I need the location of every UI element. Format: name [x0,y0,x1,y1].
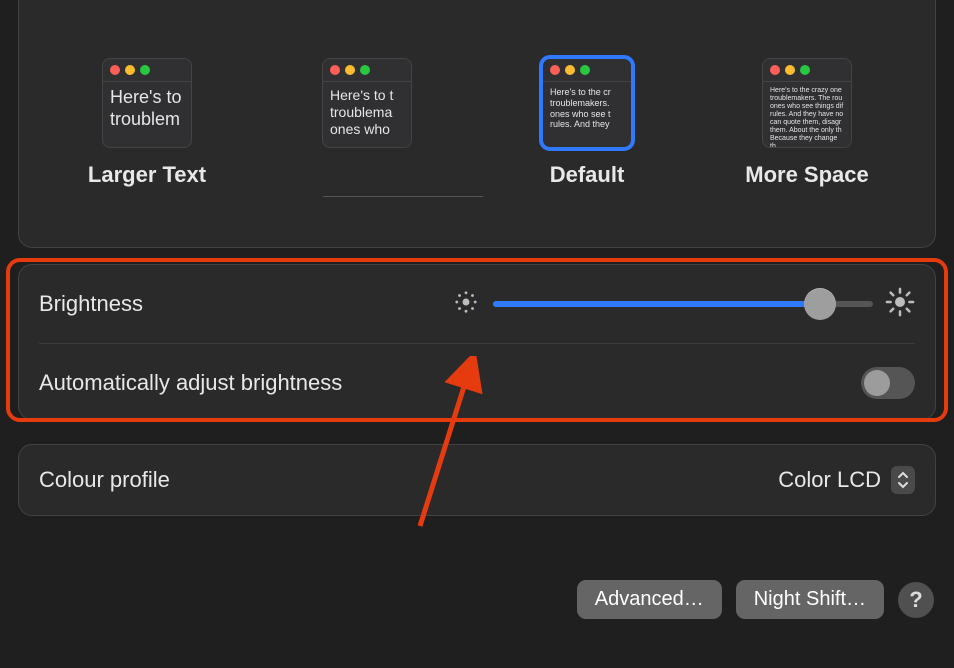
help-button[interactable]: ? [898,582,934,618]
resolution-label: Default [550,162,625,190]
auto-brightness-label: Automatically adjust brightness [39,370,342,396]
brightness-section: Brightness Automatically adjust brightne… [18,264,936,420]
advanced-button[interactable]: Advanced… [577,580,722,619]
night-shift-button[interactable]: Night Shift… [736,580,884,619]
brightness-high-icon [885,287,915,322]
resolution-sample: Here's to ttroublemaones who [323,82,411,142]
colour-profile-select[interactable]: Color LCD [778,466,915,494]
resolution-sample: Here's totroublem [103,82,191,135]
colour-profile-section: Colour profile Color LCD [18,444,936,516]
resolution-option-larger-text[interactable]: Here's totroublem Larger Text [47,58,247,190]
resolution-sample: Here's to the crtroublemakers.ones who s… [543,82,631,135]
resolution-option-default[interactable]: Here's to the crtroublemakers.ones who s… [487,58,687,190]
colour-profile-value: Color LCD [778,467,881,493]
brightness-label: Brightness [39,291,143,317]
resolution-label: Larger Text [88,162,206,190]
colour-profile-label: Colour profile [39,467,170,493]
chevron-updown-icon [891,466,915,494]
resolution-scale-divider [323,196,483,197]
brightness-slider-thumb[interactable] [804,288,836,320]
resolution-label: More Space [745,162,869,190]
resolution-option-more-space[interactable]: Here's to the crazy one troublemakers. T… [707,58,907,190]
brightness-slider[interactable] [493,301,873,307]
auto-brightness-toggle[interactable] [861,367,915,399]
resolution-option-step-2[interactable]: Here's to ttroublemaones who [267,58,467,190]
brightness-low-icon [451,289,481,320]
resolution-sample: Here's to the crazy one troublemakers. T… [763,82,851,148]
resolution-panel: Here's totroublem Larger Text Here's to … [18,0,936,248]
footer-buttons: Advanced… Night Shift… ? [0,580,934,619]
